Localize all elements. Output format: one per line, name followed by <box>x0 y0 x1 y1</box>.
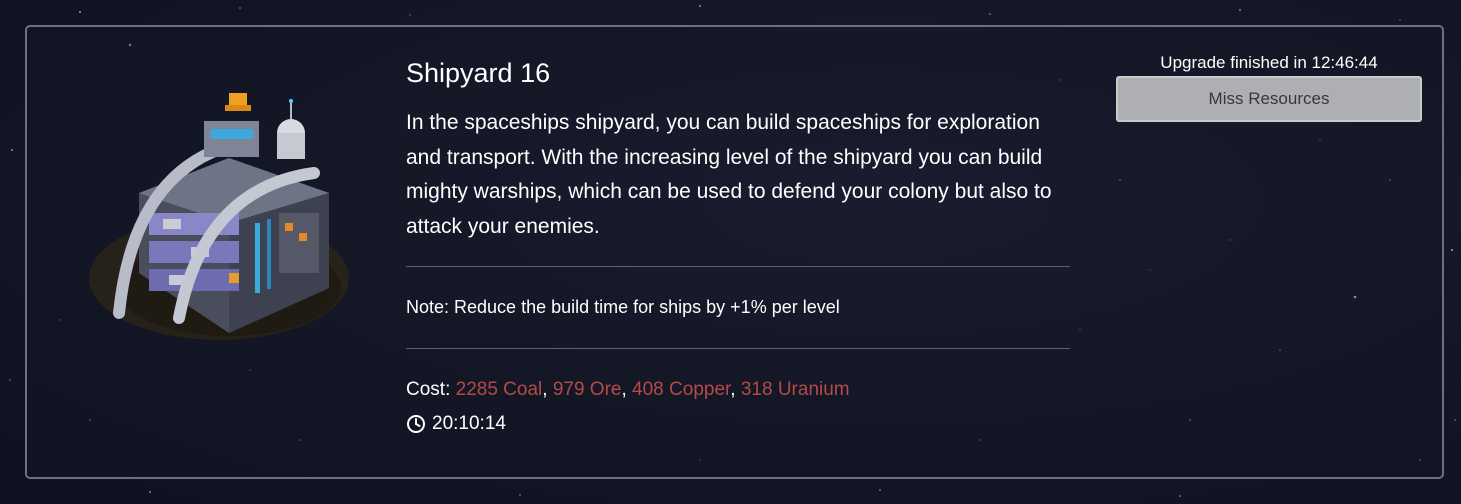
building-description: In the spaceships shipyard, you can buil… <box>406 111 1052 238</box>
miss-resources-button[interactable]: Miss Resources <box>1116 76 1422 122</box>
cost-item-uranium: 318 Uranium <box>740 379 850 400</box>
building-note: Note: Reduce the build time for ships by… <box>406 297 840 317</box>
cost-item-copper: 408 Copper <box>632 379 731 400</box>
upgrade-status: Upgrade finished in 12:46:44 <box>1160 53 1378 72</box>
building-details: Shipyard 16 In the spaceships shipyard, … <box>406 57 1070 436</box>
build-time-row: 20:10:14 <box>406 412 1070 436</box>
divider <box>406 348 1070 349</box>
shipyard-building-image <box>89 93 349 340</box>
cost-row: Cost: 2285 Coal, 979 Ore, 408 Copper, 31… <box>406 378 1070 402</box>
building-title: Shipyard 16 <box>406 58 551 88</box>
cost-item-coal: 2285 Coal <box>455 379 543 400</box>
cost-item-ore: 979 Ore <box>552 379 622 400</box>
cost-label: Cost: <box>406 379 451 400</box>
cost-separator: , <box>621 379 633 400</box>
divider <box>406 266 1070 267</box>
building-panel: Shipyard 16 In the spaceships shipyard, … <box>25 25 1444 479</box>
cost-separator: , <box>542 379 553 400</box>
clock-icon <box>407 415 425 433</box>
cost-separator: , <box>730 379 741 400</box>
build-time: 20:10:14 <box>432 413 506 434</box>
